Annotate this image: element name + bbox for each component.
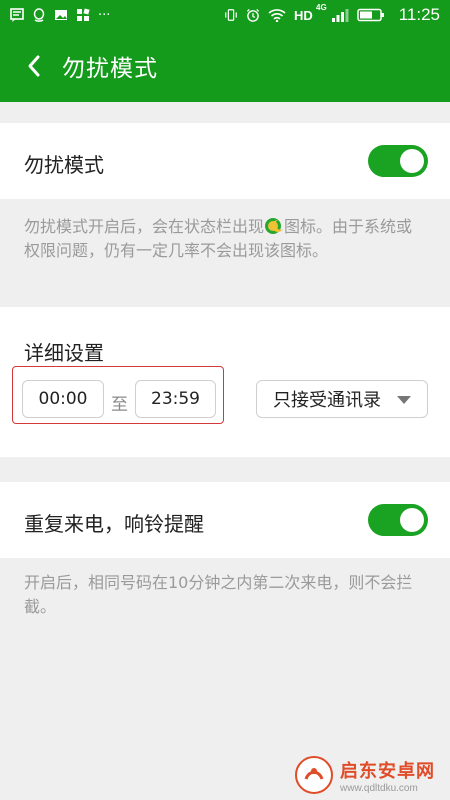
- vibrate-icon: [224, 8, 238, 22]
- network-type: HD 4G: [293, 2, 327, 23]
- status-bar-left: ···: [10, 8, 110, 23]
- message-icon: [10, 8, 24, 22]
- dropdown-selected-value: 只接受通讯录: [273, 390, 381, 411]
- repeat-call-label: 重复来电，响铃提醒: [24, 512, 204, 536]
- qq-icon: [32, 8, 46, 22]
- back-button[interactable]: [6, 30, 62, 102]
- repeat-call-toggle[interactable]: [368, 504, 428, 536]
- watermark-name: 启东安卓网: [340, 760, 435, 782]
- repeat-call-description: 开启后，相同号码在10分钟之内第二次来电，则不会拦截。: [24, 573, 413, 616]
- wifi-icon: [268, 8, 286, 22]
- alarm-icon: [246, 8, 260, 22]
- battery-icon: [356, 8, 385, 22]
- status-bar-right: HD 4G 11:25: [224, 2, 440, 25]
- watermark-text: 启东安卓网 www.qdltdku.com: [340, 757, 435, 794]
- status-time: 11:25: [398, 5, 440, 24]
- chevron-left-icon: [28, 55, 40, 77]
- end-time-field[interactable]: 23:59: [135, 380, 216, 418]
- dnd-toggle[interactable]: [368, 145, 428, 177]
- status-bar: ··· HD 4G 11:25: [0, 0, 450, 30]
- start-time-field[interactable]: 00:00: [22, 380, 104, 418]
- page-title: 勿扰模式: [62, 56, 158, 82]
- watermark-logo: [295, 756, 333, 794]
- app-grid-icon: [76, 8, 90, 22]
- dnd-setting-row[interactable]: 勿扰模式: [0, 123, 450, 199]
- to-label: 至: [111, 395, 128, 415]
- watermark: 启东安卓网 www.qdltdku.com: [294, 752, 444, 798]
- dnd-description: 勿扰模式开启后，会在状态栏出现 图标。由于系统或权限问题，仍有一定几率不会出现该图…: [24, 217, 413, 260]
- dnd-label: 勿扰模式: [24, 153, 104, 177]
- repeat-call-row[interactable]: 重复来电，响铃提醒: [0, 482, 450, 558]
- details-title: 详细设置: [24, 341, 104, 365]
- more-notifications: ···: [98, 7, 111, 23]
- app-bar: 勿扰模式: [0, 30, 450, 102]
- toggle-knob: [400, 508, 424, 532]
- signal-icon: [331, 8, 349, 22]
- allow-calls-dropdown[interactable]: 只接受通讯录: [256, 380, 428, 418]
- chevron-down-icon: [397, 396, 411, 404]
- toggle-knob: [400, 149, 424, 173]
- image-icon: [54, 8, 68, 22]
- moon-status-icon: [264, 217, 284, 235]
- watermark-url: www.qdltdku.com: [340, 782, 418, 794]
